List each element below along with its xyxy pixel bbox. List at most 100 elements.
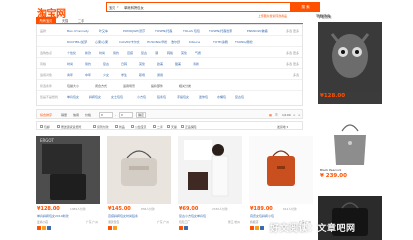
filter-option[interactable]: 潮 xyxy=(155,51,158,55)
filter-dropdown[interactable]: 适用场景 xyxy=(123,84,135,88)
search-button[interactable]: 搜 索 xyxy=(291,2,320,12)
suggest-link[interactable]: 迷你包 xyxy=(199,95,208,99)
more-options-button[interactable]: 多选 xyxy=(293,73,299,77)
filter-option[interactable]: 个性化 xyxy=(67,51,76,55)
grid-view-icon[interactable]: ▦ xyxy=(269,112,272,118)
suggest-link[interactable]: 链条包 xyxy=(157,95,166,99)
filter-tmall[interactable]: 天猫 xyxy=(167,125,177,129)
sort-sales[interactable]: 销量 xyxy=(61,112,67,118)
filter-dropdown[interactable]: 闭合方式 xyxy=(95,84,107,88)
chevron-down-icon[interactable]: ▾ xyxy=(117,5,119,9)
search-input[interactable]: 单肩斜挎包女 xyxy=(124,5,144,10)
price-confirm-button[interactable]: 确定 xyxy=(136,112,146,118)
suggest-link[interactable]: 女士包包 xyxy=(111,95,123,99)
next-page-button[interactable]: > xyxy=(298,112,301,118)
product-image[interactable] xyxy=(178,136,242,204)
filter-option[interactable]: 气质 xyxy=(195,51,201,55)
filter-option[interactable]: RUCHEIL/如梦 xyxy=(67,40,87,44)
more-options-button[interactable]: 多选 更多 xyxy=(286,62,299,66)
filter-option[interactable]: TOSEN/托森 xyxy=(155,29,172,33)
filter-option[interactable]: ENKNOW/魅森 xyxy=(247,29,268,33)
product-image[interactable]: ERGOT xyxy=(36,136,100,204)
tab-all[interactable]: 所有宝贝 xyxy=(36,17,56,23)
filter-option[interactable]: 清新 xyxy=(193,62,199,66)
product-card[interactable]: ¥145.00 836人付款 百搭斜挎包女时尚链条 潮流包包 广东 广州 xyxy=(107,136,171,240)
filter-option[interactable]: 职场 xyxy=(139,73,145,77)
price-min-input[interactable]: ¥ xyxy=(99,112,113,118)
product-image[interactable] xyxy=(249,136,313,204)
filter-option[interactable]: POMOJIGE/谱莎 xyxy=(123,29,145,33)
filter-option[interactable]: 中年 xyxy=(85,73,91,77)
suggest-link[interactable]: 水桶包 xyxy=(217,95,226,99)
shop-name[interactable]: 爱尚小店 xyxy=(37,220,48,224)
filter-option[interactable]: 英伦 xyxy=(139,62,145,66)
product-image[interactable] xyxy=(107,136,171,204)
filter-new[interactable]: 新品 xyxy=(115,125,125,129)
ship-from-dropdown[interactable]: 发货地 ▾ xyxy=(277,125,288,129)
filter-option[interactable]: 学生 xyxy=(121,73,127,77)
sort-default[interactable]: 综合排序 xyxy=(40,112,52,118)
search-box[interactable]: 宝贝 ▾ 单肩斜挎包女 xyxy=(106,2,291,12)
more-options-button[interactable]: 多选 更多 xyxy=(286,29,299,33)
product-card[interactable]: ERGOT ¥128.00 1089人付款 单肩斜挎包女2019新款 爱尚小店 … xyxy=(36,136,100,240)
product-title[interactable]: 真皮女包斜挎小包 xyxy=(250,214,274,218)
filter-option[interactable]: TSONG/腾松 xyxy=(235,40,253,44)
sidebar-ad[interactable]: Black Peacock ¥ 239.00 xyxy=(318,113,382,181)
filter-option[interactable]: 青年 xyxy=(67,73,73,77)
filter-option[interactable]: TOTE/涂腾 xyxy=(213,40,228,44)
filter-cod[interactable]: 货到付款 xyxy=(93,125,109,129)
filter-option[interactable]: 复古 xyxy=(141,51,147,55)
filter-free-shipping[interactable]: 包邮 xyxy=(40,125,50,129)
tab-tmall[interactable]: 天猫 xyxy=(58,17,72,23)
filter-option[interactable]: 英伦 xyxy=(181,51,187,55)
suggest-link[interactable]: 复古包 xyxy=(235,95,244,99)
filter-option[interactable]: 时尚 xyxy=(67,62,73,66)
filter-option[interactable]: 简约 xyxy=(85,62,91,66)
filter-secondhand[interactable]: 二手 xyxy=(153,125,163,129)
filter-genuine[interactable]: 正品保障 xyxy=(181,125,197,129)
filter-option[interactable]: 甜美 xyxy=(175,62,181,66)
filter-option[interactable]: 百搭 xyxy=(127,51,133,55)
filter-dropdown[interactable]: 包袋大小 xyxy=(67,84,79,88)
filter-option[interactable]: 少女 xyxy=(103,73,109,77)
filter-option[interactable]: HUSONG/华松 xyxy=(147,40,167,44)
product-title[interactable]: 单肩斜挎包女2019新款 xyxy=(37,214,69,218)
price-max-input[interactable]: ¥ xyxy=(119,112,133,118)
suggest-link[interactable]: 单肩包女 xyxy=(67,95,79,99)
filter-dropdown[interactable]: 相关分类 xyxy=(179,84,191,88)
product-title[interactable]: 百搭斜挎包女时尚链条 xyxy=(108,214,138,218)
sort-price[interactable]: 价格 xyxy=(85,112,91,118)
filter-option[interactable]: Bao of lannety xyxy=(67,29,89,33)
filter-option[interactable]: 欧美 xyxy=(157,62,163,66)
shop-name[interactable]: 旗舰店 xyxy=(250,220,258,224)
filter-option[interactable]: 日韩 xyxy=(121,62,127,66)
filter-option[interactable]: CALVIN/卡尔文 xyxy=(119,40,140,44)
list-view-icon[interactable]: ☰ xyxy=(275,112,278,118)
suggest-link[interactable]: 手提包女 xyxy=(177,95,189,99)
shop-name[interactable]: 潮流包包 xyxy=(108,220,119,224)
suggest-link[interactable]: 斜挎包女 xyxy=(89,95,101,99)
filter-option[interactable]: 通用 xyxy=(157,73,163,77)
sort-credit[interactable]: 信用 xyxy=(73,112,79,118)
filter-option[interactable]: 叶又车 xyxy=(99,29,108,33)
prev-page-button[interactable]: < xyxy=(293,112,296,118)
filter-option[interactable]: 时尚 xyxy=(99,51,105,55)
filter-option[interactable]: TOLAS 包包 xyxy=(183,29,200,33)
more-options-button[interactable]: 多选 更多 xyxy=(286,51,299,55)
suggest-link[interactable]: 小方包 xyxy=(137,95,146,99)
filter-option[interactable]: 新款 xyxy=(85,51,91,55)
filter-option[interactable]: 心果/心果 xyxy=(95,40,108,44)
filter-option[interactable]: 复古 xyxy=(103,62,109,66)
search-scope-select[interactable]: 宝贝 xyxy=(109,5,115,10)
filter-option[interactable]: 韩版 xyxy=(167,51,173,55)
sidebar-ad[interactable]: ¥128.00 xyxy=(318,22,382,104)
shop-name[interactable]: 包包工厂 xyxy=(179,220,190,224)
filter-return-insurance[interactable]: 赠送退货运费险 xyxy=(57,125,81,129)
filter-option[interactable]: 浩尔舒 xyxy=(171,40,180,44)
filter-dropdown[interactable]: 提拎部件 xyxy=(151,84,163,88)
product-card[interactable]: ¥69.00 2330人付款 复古小方包女单肩包 包包工厂 浙江 杭州 xyxy=(178,136,242,240)
filter-option[interactable]: 简约 xyxy=(113,51,119,55)
tab-secondhand[interactable]: 二手 xyxy=(74,17,88,23)
product-title[interactable]: 复古小方包女单肩包 xyxy=(179,214,206,218)
filter-charity[interactable]: 公益宝贝 xyxy=(131,125,147,129)
